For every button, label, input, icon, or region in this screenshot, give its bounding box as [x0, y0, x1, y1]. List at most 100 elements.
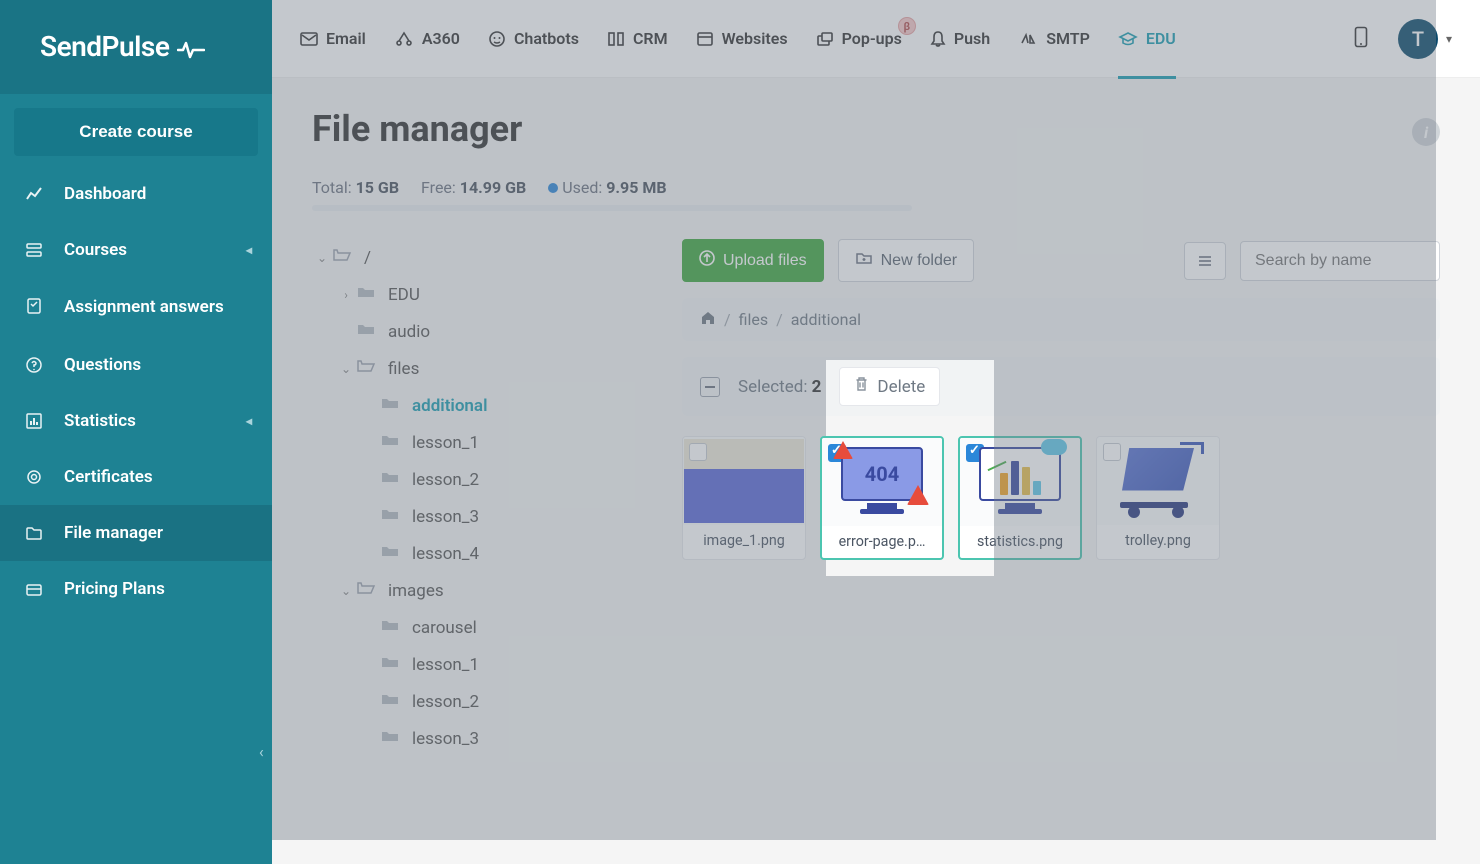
- topnav-edu[interactable]: EDU: [1118, 29, 1176, 79]
- sidebar-item-file-manager[interactable]: File manager: [0, 505, 272, 561]
- certificates-icon: [24, 467, 44, 487]
- button-label: New folder: [881, 252, 957, 270]
- file-card[interactable]: trolley.png: [1096, 436, 1220, 560]
- used-dot-icon: [548, 183, 558, 193]
- tree-node-audio[interactable]: audio: [312, 313, 652, 350]
- topnav-a360[interactable]: A360: [394, 29, 460, 48]
- folder-icon: [380, 506, 402, 527]
- sidebar-item-statistics[interactable]: Statistics ◂: [0, 393, 272, 449]
- sidebar-item-assignment-answers[interactable]: Assignment answers: [0, 278, 272, 337]
- file-thumbnail: 404: [837, 447, 927, 517]
- folder-icon: [380, 469, 402, 490]
- selection-bar: Selected: 2 Delete: [682, 357, 1440, 416]
- topnav-websites[interactable]: Websites: [696, 29, 788, 48]
- chevron-right-icon[interactable]: ›: [336, 288, 356, 302]
- sidebar-label: Assignment answers: [64, 296, 224, 319]
- tree-node[interactable]: lesson_3: [312, 498, 652, 535]
- used-label: Used:: [562, 178, 602, 197]
- file-name: error-page.p…: [822, 526, 942, 558]
- button-label: Delete: [877, 377, 925, 397]
- file-name: image_1.png: [683, 525, 805, 557]
- dashboard-icon: [24, 184, 44, 204]
- sidebar-label: Pricing Plans: [64, 579, 165, 599]
- deselect-all-checkbox[interactable]: [700, 377, 720, 397]
- chevron-down-icon[interactable]: ⌄: [312, 251, 332, 265]
- collapse-sidebar-icon[interactable]: ›: [259, 745, 264, 764]
- file-checkbox[interactable]: [689, 443, 707, 461]
- email-icon: [300, 32, 318, 46]
- tree-node[interactable]: lesson_4: [312, 535, 652, 572]
- topnav-label: SMTP: [1046, 29, 1090, 48]
- folder-icon: [380, 654, 402, 675]
- upload-files-button[interactable]: Upload files: [682, 239, 824, 282]
- tree-label: lesson_2: [412, 692, 479, 712]
- push-icon: [930, 30, 946, 48]
- folder-icon: [356, 321, 378, 342]
- main-content: File manager i Total: 15 GB Free: 14.99 …: [272, 78, 1480, 864]
- mobile-icon[interactable]: [1354, 26, 1368, 52]
- create-course-button[interactable]: Create course: [14, 108, 258, 156]
- a360-icon: [394, 31, 414, 47]
- topnav-chatbots[interactable]: Chatbots: [488, 29, 579, 48]
- delete-button[interactable]: Delete: [839, 367, 940, 406]
- folder-plus-icon: [855, 250, 873, 271]
- topnav-smtp[interactable]: SMTP: [1018, 29, 1090, 48]
- tree-node-additional[interactable]: additional: [312, 387, 652, 424]
- topnav-label: CRM: [633, 29, 668, 48]
- sidebar-item-courses[interactable]: Courses ◂: [0, 222, 272, 278]
- list-icon: [1197, 253, 1213, 269]
- sidebar-item-certificates[interactable]: Certificates: [0, 449, 272, 505]
- tree-node[interactable]: lesson_1: [312, 646, 652, 683]
- search-input[interactable]: [1240, 241, 1440, 281]
- tree-root[interactable]: ⌄ /: [312, 239, 652, 276]
- caret-down-icon[interactable]: ▾: [1446, 32, 1452, 46]
- smtp-icon: [1018, 32, 1038, 46]
- sidebar-label: Questions: [64, 355, 141, 375]
- tree-node-images[interactable]: ⌄ images: [312, 572, 652, 609]
- statistics-icon: [24, 411, 44, 431]
- folder-icon: [380, 395, 402, 416]
- topnav-email[interactable]: Email: [300, 29, 366, 48]
- folder-open-icon: [332, 247, 354, 268]
- logo[interactable]: SendPulse: [0, 0, 272, 94]
- folder-icon: [356, 284, 378, 305]
- chevron-down-icon[interactable]: ⌄: [336, 584, 356, 598]
- tree-label: lesson_2: [412, 470, 479, 490]
- folder-icon: [380, 691, 402, 712]
- sidebar-item-dashboard[interactable]: Dashboard: [0, 166, 272, 222]
- topnav-push[interactable]: Push: [930, 29, 990, 48]
- info-icon[interactable]: i: [1412, 118, 1440, 146]
- topnav-popups[interactable]: Pop-ups β: [816, 29, 902, 48]
- breadcrumb-item[interactable]: additional: [791, 310, 861, 329]
- file-card[interactable]: statistics.png: [958, 436, 1082, 560]
- tree-node[interactable]: carousel: [312, 609, 652, 646]
- pricing-icon: [24, 579, 44, 599]
- tree-node[interactable]: lesson_1: [312, 424, 652, 461]
- tree-node[interactable]: lesson_2: [312, 461, 652, 498]
- topnav-crm[interactable]: CRM: [607, 29, 668, 48]
- tree-node[interactable]: lesson_3: [312, 720, 652, 757]
- chevron-down-icon[interactable]: ⌄: [336, 362, 356, 376]
- folder-icon: [380, 543, 402, 564]
- storage-summary: Total: 15 GB Free: 14.99 GB Used: 9.95 M…: [312, 178, 1440, 197]
- tree-label: lesson_3: [412, 507, 479, 527]
- file-card[interactable]: 404 error-page.p…: [820, 436, 944, 560]
- breadcrumb: / files / additional: [682, 298, 1440, 341]
- sidebar: SendPulse Create course Dashboard Course…: [0, 0, 272, 864]
- chatbots-icon: [488, 30, 506, 48]
- tree-node-files[interactable]: ⌄ files: [312, 350, 652, 387]
- view-list-button[interactable]: [1184, 242, 1226, 280]
- edu-icon: [1118, 31, 1138, 47]
- new-folder-button[interactable]: New folder: [838, 239, 974, 282]
- sidebar-item-pricing-plans[interactable]: Pricing Plans: [0, 561, 272, 617]
- breadcrumb-sep: /: [776, 310, 783, 329]
- free-value: 14.99 GB: [460, 178, 526, 197]
- breadcrumb-item[interactable]: files: [739, 310, 769, 329]
- file-card[interactable]: image_1.png: [682, 436, 806, 560]
- avatar[interactable]: T: [1398, 19, 1438, 59]
- file-thumbnail: [1114, 444, 1202, 518]
- tree-node[interactable]: lesson_2: [312, 683, 652, 720]
- home-icon[interactable]: [700, 310, 716, 329]
- sidebar-item-questions[interactable]: Questions: [0, 337, 272, 393]
- tree-node-edu[interactable]: › EDU: [312, 276, 652, 313]
